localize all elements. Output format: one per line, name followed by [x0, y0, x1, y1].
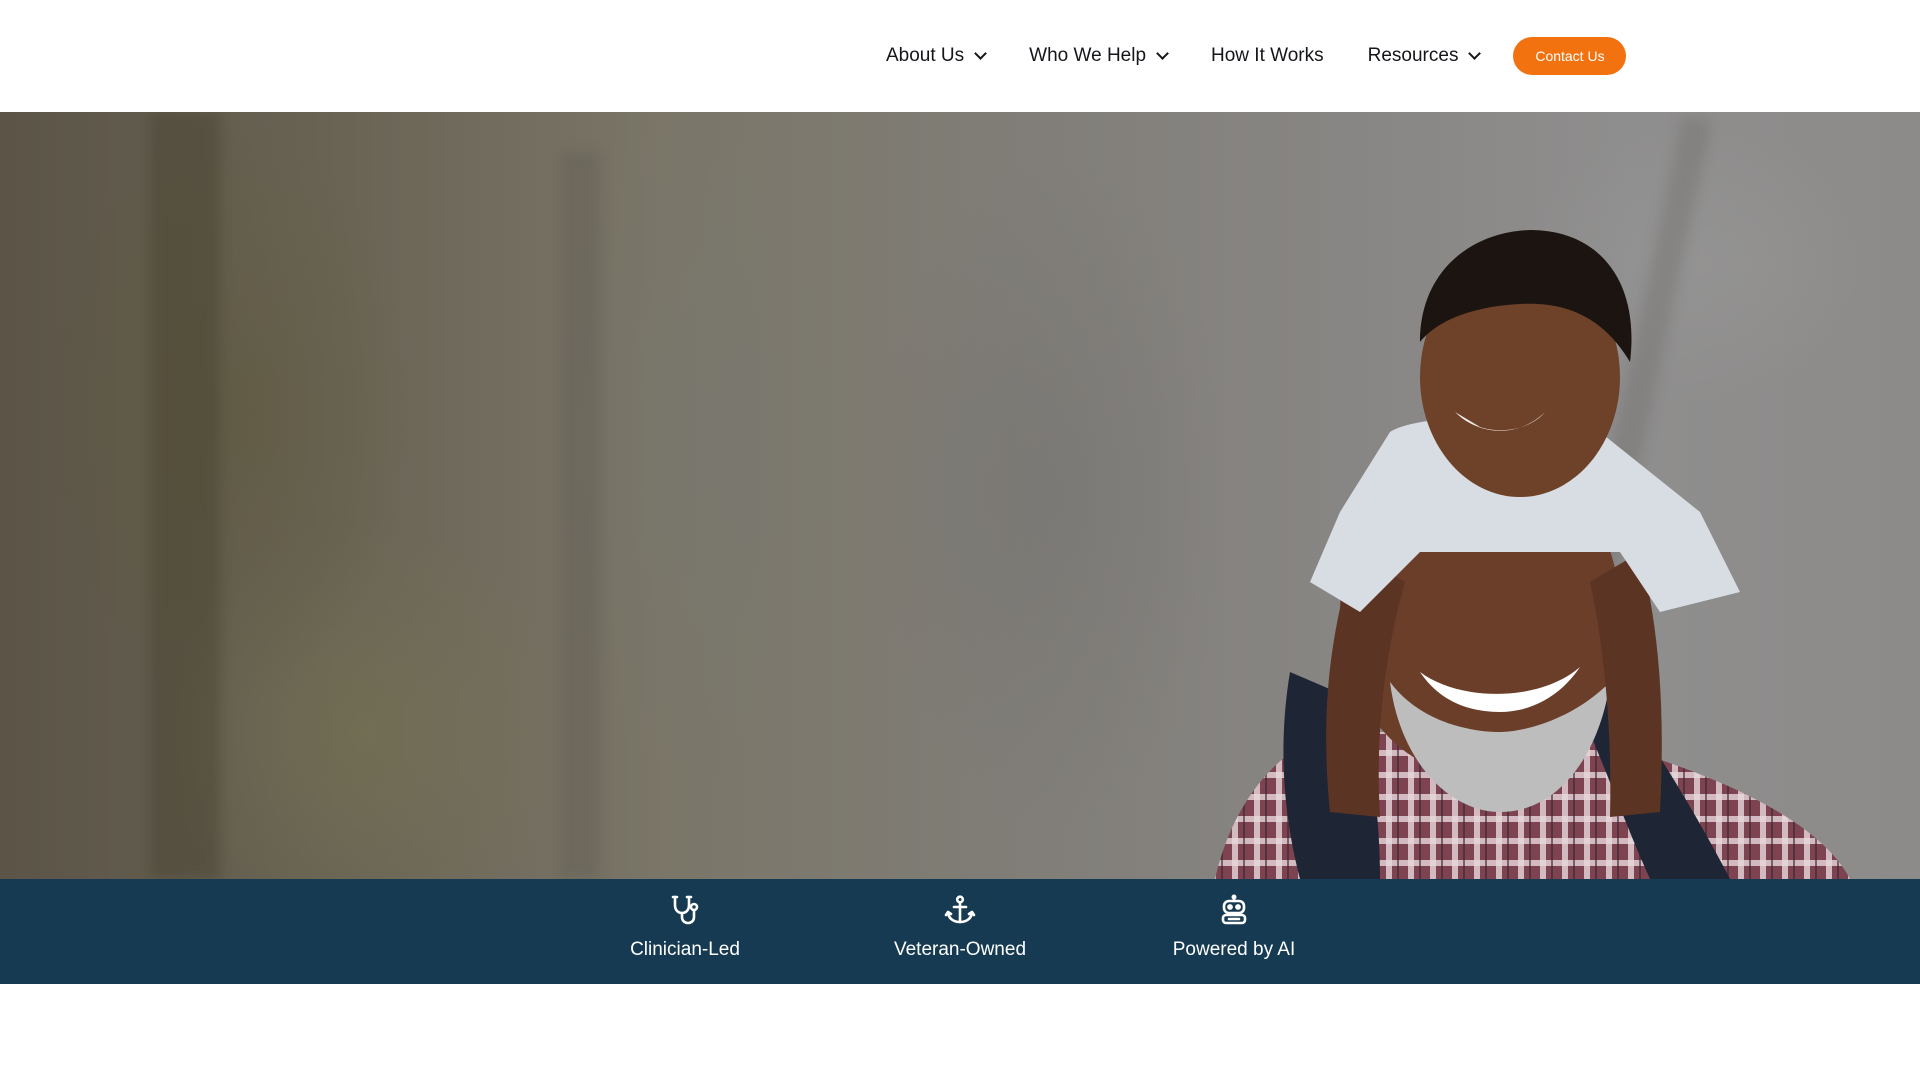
hero-image [0, 112, 1920, 879]
nav-item-resources[interactable]: Resources [1367, 36, 1482, 76]
nav-item-about-us[interactable]: About Us [886, 36, 988, 76]
feature-label: Clinician-Led [630, 939, 740, 960]
chevron-down-icon [1156, 47, 1169, 60]
hero-photo-people [150, 112, 1850, 879]
nav-item-who-we-help[interactable]: Who We Help [1029, 36, 1169, 76]
stethoscope-icon [668, 893, 702, 927]
site-header: About Us Who We Help How It Works Resour… [0, 0, 1920, 112]
robot-icon [1217, 893, 1251, 927]
feature-band: Clinician-Led Veteran-Owned Powered by A… [0, 879, 1920, 984]
nav-item-label: Resources [1367, 45, 1459, 66]
main-nav: About Us Who We Help How It Works Resour… [886, 36, 1627, 76]
contact-us-button[interactable]: Contact Us [1513, 37, 1627, 75]
feature-label: Powered by AI [1172, 939, 1296, 960]
feature-powered-by-ai: Powered by AI [1124, 893, 1344, 961]
nav-item-label: About Us [886, 45, 965, 66]
anchor-icon [943, 893, 977, 927]
chevron-down-icon [974, 47, 988, 60]
chevron-down-icon [1468, 47, 1482, 60]
feature-veteran-owned: Veteran-Owned [850, 893, 1070, 961]
nav-item-how-it-works[interactable]: How It Works [1211, 36, 1324, 76]
feature-clinician-led: Clinician-Led [575, 893, 795, 961]
nav-item-label: Who We Help [1029, 45, 1147, 66]
nav-item-label: How It Works [1211, 45, 1324, 66]
feature-label: Veteran-Owned [893, 939, 1027, 960]
